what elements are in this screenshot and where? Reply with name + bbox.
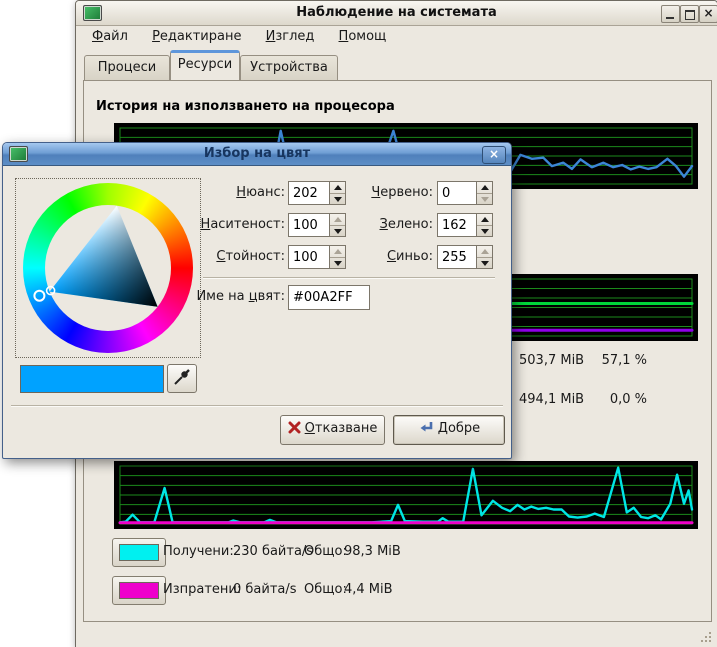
red-spin-down-icon[interactable] — [477, 193, 492, 204]
cancel-label: Отказване — [305, 416, 378, 442]
hue-input[interactable] — [288, 181, 330, 205]
saturation-input[interactable] — [288, 213, 330, 237]
resize-grip[interactable] — [699, 630, 713, 644]
value-input[interactable] — [288, 245, 330, 269]
received-color-button[interactable] — [112, 538, 166, 567]
color-picker-dialog: Избор на цвят × — [2, 142, 512, 459]
sent-total: 4,4 MiB — [344, 582, 393, 597]
close-icon: × — [703, 6, 713, 20]
desktop: Наблюдение на системата × Файл Редактира… — [0, 0, 717, 647]
memory-used-amount: 503,7 MiB — [519, 353, 584, 368]
sent-label: Изпратени: — [163, 582, 241, 597]
ok-label: Добре — [438, 416, 480, 442]
cancel-icon — [288, 421, 301, 434]
swap-used-amount: 494,1 MiB — [519, 392, 584, 407]
window-title: Наблюдение на системата — [76, 5, 717, 20]
hsv-triangle[interactable] — [23, 183, 193, 353]
value-label: Стойност: — [183, 249, 285, 264]
minimize-icon — [666, 17, 674, 19]
green-spinner[interactable] — [477, 213, 493, 237]
cpu-history-heading: История на използването на процесора — [96, 99, 395, 114]
window-titlebar[interactable]: Наблюдение на системата × — [76, 1, 717, 26]
eyedropper-button[interactable] — [167, 364, 197, 393]
blue-spin-down-icon[interactable] — [477, 257, 492, 268]
hue-ring[interactable] — [23, 183, 193, 353]
red-label: Червено: — [331, 185, 433, 200]
network-history-chart — [114, 461, 698, 529]
saturation-label: Наситеност: — [183, 217, 285, 232]
ok-button[interactable]: Добре — [393, 415, 505, 445]
menu-item-edit[interactable]: Редактиране — [142, 26, 251, 47]
hue-marker[interactable] — [34, 291, 44, 301]
hue-label: Нюанс: — [183, 185, 285, 200]
red-spinner[interactable] — [477, 181, 493, 205]
sent-rate: 0 байта/s — [233, 582, 297, 597]
red-input[interactable] — [437, 181, 477, 205]
maximize-icon — [685, 10, 695, 20]
menu-item-file[interactable]: Файл — [82, 26, 138, 47]
sent-total-label: Общо: — [304, 582, 347, 597]
tab-devices[interactable]: Устройства — [240, 55, 338, 80]
color-name-input[interactable] — [288, 285, 370, 310]
menu-item-help[interactable]: Помощ — [329, 26, 397, 47]
swap-used-percent: 0,0 % — [581, 392, 647, 407]
status-bar — [76, 620, 717, 647]
color-name-label: Име на цвят: — [183, 289, 285, 304]
dialog-title: Избор на цвят — [3, 146, 511, 161]
sent-color-button[interactable] — [112, 576, 166, 605]
maximize-button[interactable] — [680, 5, 699, 23]
menubar: Файл Редактиране Изглед Помощ — [76, 26, 717, 49]
dialog-titlebar[interactable]: Избор на цвят × — [3, 143, 511, 166]
ok-icon — [418, 420, 434, 434]
cancel-button[interactable]: Отказване — [280, 415, 385, 445]
blue-label: Синьо: — [331, 249, 433, 264]
received-total: 98,3 MiB — [344, 544, 401, 559]
close-button[interactable]: × — [699, 5, 717, 23]
blue-input[interactable] — [437, 245, 477, 269]
color-wheel-frame — [15, 178, 201, 358]
dialog-close-button[interactable]: × — [482, 146, 506, 164]
green-input[interactable] — [437, 213, 477, 237]
dialog-close-icon: × — [489, 147, 499, 161]
tab-resources[interactable]: Ресурси — [170, 50, 240, 80]
received-rate: 230 байта/s — [233, 544, 313, 559]
received-color-swatch — [119, 544, 159, 561]
current-color-swatch — [20, 365, 164, 393]
received-label: Получени: — [163, 544, 234, 559]
green-label: Зелено: — [331, 217, 433, 232]
tab-processes[interactable]: Процеси — [84, 55, 170, 80]
blue-spinner[interactable] — [477, 245, 493, 269]
tab-strip: Процеси Ресурси Устройства — [76, 53, 717, 80]
menu-item-view[interactable]: Изглед — [256, 26, 325, 47]
received-total-label: Общо: — [304, 544, 347, 559]
fields-separator — [203, 277, 495, 279]
action-separator — [11, 405, 503, 407]
memory-used-percent: 57,1 % — [581, 353, 647, 368]
minimize-button[interactable] — [661, 5, 680, 23]
green-spin-down-icon[interactable] — [477, 225, 492, 236]
eyedropper-icon — [168, 365, 194, 390]
sent-color-swatch — [119, 582, 159, 599]
